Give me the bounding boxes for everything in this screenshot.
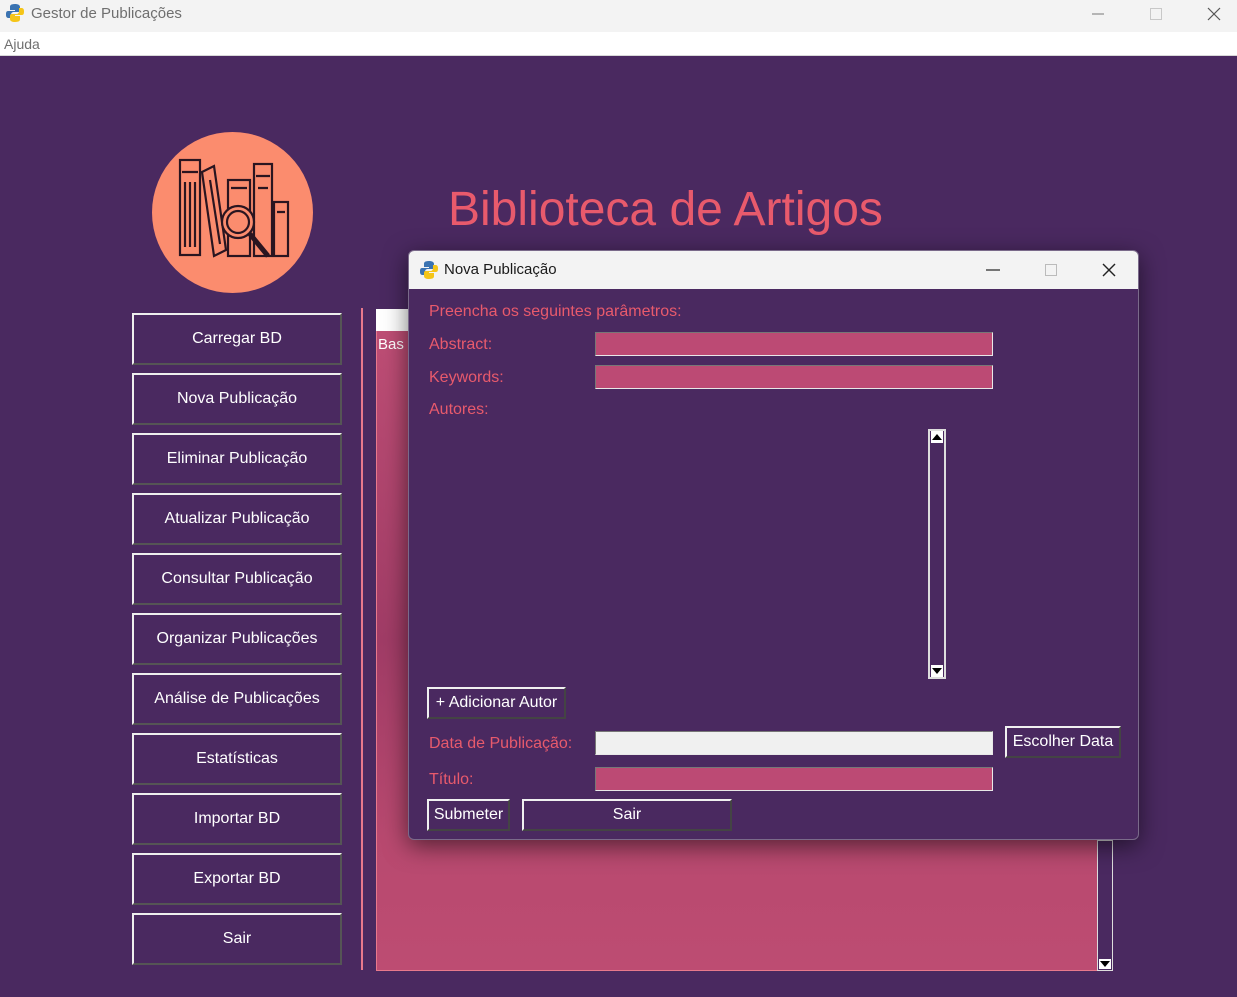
view-publication-button[interactable]: Consultar Publicação	[132, 553, 342, 605]
keywords-field[interactable]	[595, 365, 993, 389]
date-field[interactable]	[595, 731, 993, 755]
export-db-button[interactable]: Exportar BD	[132, 853, 342, 905]
dialog-minimize-button[interactable]	[964, 251, 1022, 289]
dialog-exit-button[interactable]: Sair	[522, 799, 732, 831]
close-icon	[1207, 7, 1221, 21]
new-publication-button[interactable]: Nova Publicação	[132, 373, 342, 425]
menu-help[interactable]: Ajuda	[4, 36, 40, 52]
authors-list[interactable]	[409, 427, 930, 679]
maximize-icon	[1045, 264, 1057, 276]
window-title: Gestor de Publicações	[31, 5, 182, 22]
dialog-title: Nova Publicação	[444, 261, 557, 278]
close-icon	[1102, 263, 1116, 277]
choose-date-button[interactable]: Escolher Data	[1005, 726, 1121, 758]
authors-label: Autores:	[429, 401, 489, 418]
separator	[361, 308, 363, 970]
python-icon	[6, 4, 24, 22]
add-author-button[interactable]: + Adicionar Autor	[427, 687, 566, 719]
button-label: Eliminar Publicação	[166, 450, 308, 467]
instructions-label: Preencha os seguintes parâmetros:	[429, 303, 682, 320]
button-label: Estatísticas	[196, 750, 278, 767]
chevron-down-icon	[932, 668, 942, 674]
chevron-down-icon	[1100, 961, 1110, 967]
dialog-close-button[interactable]	[1080, 251, 1138, 289]
dialog-maximize-button[interactable]	[1022, 251, 1080, 289]
page-title: Biblioteca de Artigos	[448, 183, 883, 236]
panel-label: Bas	[378, 336, 404, 353]
button-label: Sair	[222, 930, 252, 947]
abstract-field[interactable]	[595, 332, 993, 356]
authors-scrollbar[interactable]	[928, 429, 946, 679]
delete-publication-button[interactable]: Eliminar Publicação	[132, 433, 342, 485]
button-label: Nova Publicação	[176, 390, 298, 407]
scroll-down-arrow[interactable]	[931, 665, 943, 677]
minimize-button[interactable]	[1075, 0, 1121, 28]
window-titlebar: Gestor de Publicações	[0, 0, 1237, 32]
keywords-label: Keywords:	[429, 369, 504, 386]
chevron-up-icon	[932, 434, 942, 440]
scroll-up-arrow[interactable]	[931, 431, 943, 443]
abstract-label: Abstract:	[429, 336, 493, 353]
button-label: Exportar BD	[193, 870, 281, 887]
scroll-down-arrow[interactable]	[1099, 959, 1111, 969]
title-label: Título:	[429, 771, 474, 788]
python-icon	[420, 261, 438, 279]
minimize-icon	[986, 269, 1000, 271]
new-publication-dialog: Nova Publicação Preencha os seguintes pa…	[408, 250, 1139, 840]
button-label: Consultar Publicação	[161, 570, 313, 587]
button-label: Importar BD	[193, 810, 281, 827]
load-db-button[interactable]: Carregar BD	[132, 313, 342, 365]
statistics-button[interactable]: Estatísticas	[132, 733, 342, 785]
button-label: Análise de Publicações	[154, 690, 320, 707]
menu-bar: Ajuda	[0, 32, 1237, 56]
organize-publications-button[interactable]: Organizar Publicações	[132, 613, 342, 665]
maximize-button[interactable]	[1133, 0, 1179, 28]
app-logo	[152, 132, 313, 293]
analyze-publications-button[interactable]: Análise de Publicações	[132, 673, 342, 725]
panel-scrollbar[interactable]	[1097, 840, 1113, 971]
close-button[interactable]	[1191, 0, 1237, 28]
title-field[interactable]	[595, 767, 993, 791]
update-publication-button[interactable]: Atualizar Publicação	[132, 493, 342, 545]
minimize-icon	[1092, 13, 1104, 15]
dialog-titlebar: Nova Publicação	[409, 251, 1138, 289]
exit-button[interactable]: Sair	[132, 913, 342, 965]
date-label: Data de Publicação:	[429, 735, 573, 752]
import-db-button[interactable]: Importar BD	[132, 793, 342, 845]
submit-button[interactable]: Submeter	[427, 799, 510, 831]
books-magnifier-icon	[178, 158, 290, 258]
button-label: Organizar Publicações	[156, 630, 318, 647]
button-label: Carregar BD	[192, 330, 282, 347]
button-label: Atualizar Publicação	[164, 510, 310, 527]
maximize-icon	[1150, 8, 1162, 20]
